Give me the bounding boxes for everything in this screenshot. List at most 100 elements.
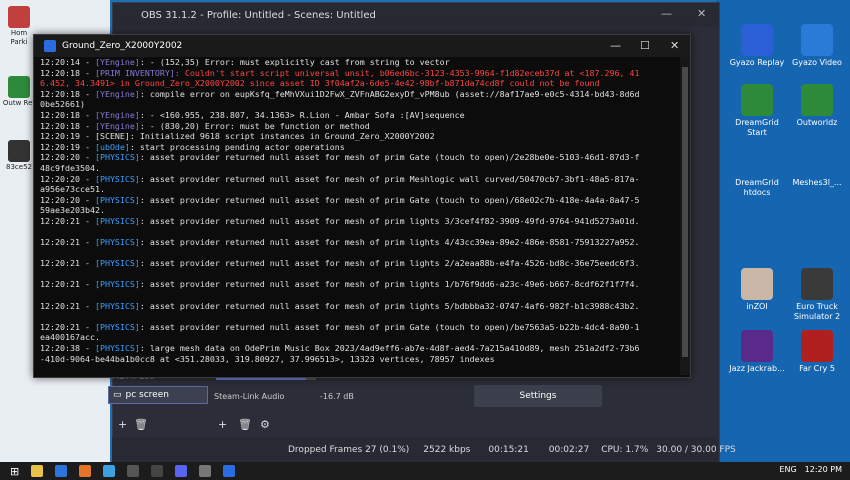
far-cry-icon xyxy=(801,330,833,362)
clock[interactable]: 12:20 PM xyxy=(805,465,842,474)
line-text: : large mesh data on OdePrim Music Box 2… xyxy=(139,343,640,354)
taskbar: ⊞ ENG 12:20 PM xyxy=(0,462,850,480)
console-scrollbar[interactable] xyxy=(680,57,690,375)
file-explorer-icon[interactable] xyxy=(31,465,44,477)
line-timestamp: 12:20:18 - xyxy=(40,67,95,78)
add-icon[interactable]: + xyxy=(118,418,127,431)
desktop-shortcut[interactable]: Gyazo Replay xyxy=(726,24,788,68)
windows-start-icon[interactable]: ⊞ xyxy=(10,465,19,478)
discord-icon[interactable] xyxy=(175,465,188,477)
obs-close-button[interactable]: ✕ xyxy=(697,7,706,20)
terminal-icon[interactable] xyxy=(151,465,164,477)
line-text: : asset provider returned null asset for… xyxy=(139,258,640,269)
obs-taskbar-icon[interactable] xyxy=(199,465,212,477)
desktop-shortcut[interactable]: DreamGrid Start xyxy=(726,84,788,138)
firefox-icon[interactable] xyxy=(79,465,92,477)
source-item-pc-screen[interactable]: ▭ pc screen xyxy=(108,386,208,404)
desktop-shortcut[interactable]: Outworldz xyxy=(786,84,848,128)
line-tag: [PHYSICS] xyxy=(94,300,140,311)
console-window: Ground_Zero_X2000Y2002 — ☐ ✕ 12:20:14 - … xyxy=(33,34,691,378)
mixer-level: -16.7 dB xyxy=(320,392,354,401)
line-timestamp: 12:20:20 - xyxy=(40,194,95,205)
language-indicator[interactable]: ENG xyxy=(779,465,796,474)
line-tag: [YEngine] xyxy=(94,109,140,120)
console-line: 12:20:18 - [PRIM INVENTORY]: Couldn't st… xyxy=(40,68,674,79)
outworldz-icon xyxy=(801,84,833,116)
line-text: : start processing pending actor operati… xyxy=(129,141,345,152)
line-timestamp: 12:20:20 - xyxy=(40,173,95,184)
console-line: 12:20:20 - [PHYSICS]: asset provider ret… xyxy=(40,152,674,163)
gyazo-video-icon xyxy=(801,24,833,56)
console-line: 12:20:19 - [SCENE]: Initialized 9618 scr… xyxy=(40,131,674,142)
line-text: a956e73cce51. xyxy=(40,184,105,195)
line-tag: [SCENE] xyxy=(94,131,130,142)
obs-title-bar: OBS 31.1.2 - Profile: Untitled - Scenes:… xyxy=(113,3,719,27)
shortcut-label: Outworldz xyxy=(796,118,838,127)
line-text: 48c9fde3504. xyxy=(40,162,100,173)
outlook-icon[interactable] xyxy=(55,465,68,477)
line-tag: [PHYSICS] xyxy=(94,215,140,226)
settings-button[interactable]: Settings xyxy=(474,385,602,407)
scrollbar-thumb[interactable] xyxy=(682,67,688,357)
console-line: 59ae3e203b42. xyxy=(40,205,674,216)
line-timestamp: 12:20:21 - xyxy=(40,215,95,226)
trash-icon[interactable]: 🗑 xyxy=(238,418,252,431)
obs-minimize-button[interactable]: — xyxy=(661,7,672,20)
line-tag: [PHYSICS] xyxy=(94,343,140,354)
inzoi-icon xyxy=(741,268,773,300)
console-line: 6.452, 34.3491> in Ground_Zero_X2000Y200… xyxy=(40,78,674,89)
console-line: ea400167acc. xyxy=(40,332,674,343)
desktop-shortcut[interactable]: inZOI xyxy=(726,268,788,312)
app-icon[interactable] xyxy=(103,465,116,477)
console-minimize-button[interactable]: — xyxy=(610,39,621,52)
line-timestamp: 12:20:21 - xyxy=(40,258,95,269)
console-close-button[interactable]: ✕ xyxy=(670,39,679,52)
line-timestamp: 12:20:18 - xyxy=(40,109,95,120)
desktop-shortcut[interactable]: Hom Parki xyxy=(2,6,36,47)
console-line: 0be52661) xyxy=(40,99,674,110)
home-parking-icon xyxy=(8,6,30,28)
fps: 30.00 / 30.00 FPS xyxy=(656,444,736,455)
console-output[interactable]: 12:20:14 - [YEngine]: - (152,35) Error: … xyxy=(40,57,674,375)
console-line: 12:20:21 - [PHYSICS]: asset provider ret… xyxy=(40,216,674,227)
line-text: : asset provider returned null asset for… xyxy=(139,237,640,248)
line-text: : asset provider returned null asset for… xyxy=(139,215,640,226)
line-timestamp: 12:20:21 - xyxy=(40,279,95,290)
line-text: : asset provider returned null asset for… xyxy=(139,300,640,311)
desktop-shortcut[interactable]: Outw Ret xyxy=(2,76,36,108)
console-title: Ground_Zero_X2000Y2002 xyxy=(62,41,183,51)
line-tag: [PHYSICS] xyxy=(94,321,140,332)
line-tag: [PHYSICS] xyxy=(94,258,140,269)
add-icon[interactable]: + xyxy=(218,418,227,431)
console-line: 12:20:20 - [PHYSICS]: asset provider ret… xyxy=(40,195,674,206)
rec-time: 00:02:27 xyxy=(548,444,590,455)
obs-status-bar: Dropped Frames 27 (0.1%) 2522 kbps 00:15… xyxy=(112,437,736,462)
meshes-folder-icon xyxy=(801,144,833,176)
desktop-shortcut[interactable]: 83ce52 xyxy=(2,140,36,172)
video-file-icon xyxy=(8,140,30,162)
line-text: : - (152,35) Error: must explicitly cast… xyxy=(139,57,450,67)
desktop-shortcut[interactable]: Euro Truck Simulator 2 xyxy=(786,268,848,322)
desktop-shortcut[interactable]: Jazz Jackrab... xyxy=(726,330,788,374)
line-text: 6.452, 34.3491> in Ground_Zero_X2000Y200… xyxy=(40,78,600,89)
desktop-shortcut[interactable]: Gyazo Video xyxy=(786,24,848,68)
shortcut-label: DreamGrid Start xyxy=(735,118,779,137)
line-tag: [PHYSICS] xyxy=(94,173,140,184)
line-tag: [ubOde] xyxy=(94,141,130,152)
console-taskbar-icon[interactable] xyxy=(223,465,236,477)
line-text: : compile error on eupKsfq_feMhVXui1D2Fw… xyxy=(139,88,640,99)
euro-truck-icon xyxy=(801,268,833,300)
desktop-shortcut[interactable]: Far Cry 5 xyxy=(786,330,848,374)
app-icon[interactable] xyxy=(127,465,140,477)
shortcut-label: Hom Parki xyxy=(10,29,28,46)
desktop-shortcut[interactable]: DreamGrid htdocs xyxy=(726,144,788,198)
line-tag: [YEngine] xyxy=(94,120,140,131)
gear-icon[interactable]: ⚙ xyxy=(260,418,270,431)
line-tag: [PRIM INVENTORY] xyxy=(94,67,175,78)
line-timestamp: 12:20:21 - xyxy=(40,237,95,248)
line-tag: [YEngine] xyxy=(94,88,140,99)
desktop-shortcut[interactable]: Meshes3l_... xyxy=(786,144,848,188)
console-maximize-button[interactable]: ☐ xyxy=(640,39,650,52)
trash-icon[interactable]: 🗑 xyxy=(134,418,148,431)
